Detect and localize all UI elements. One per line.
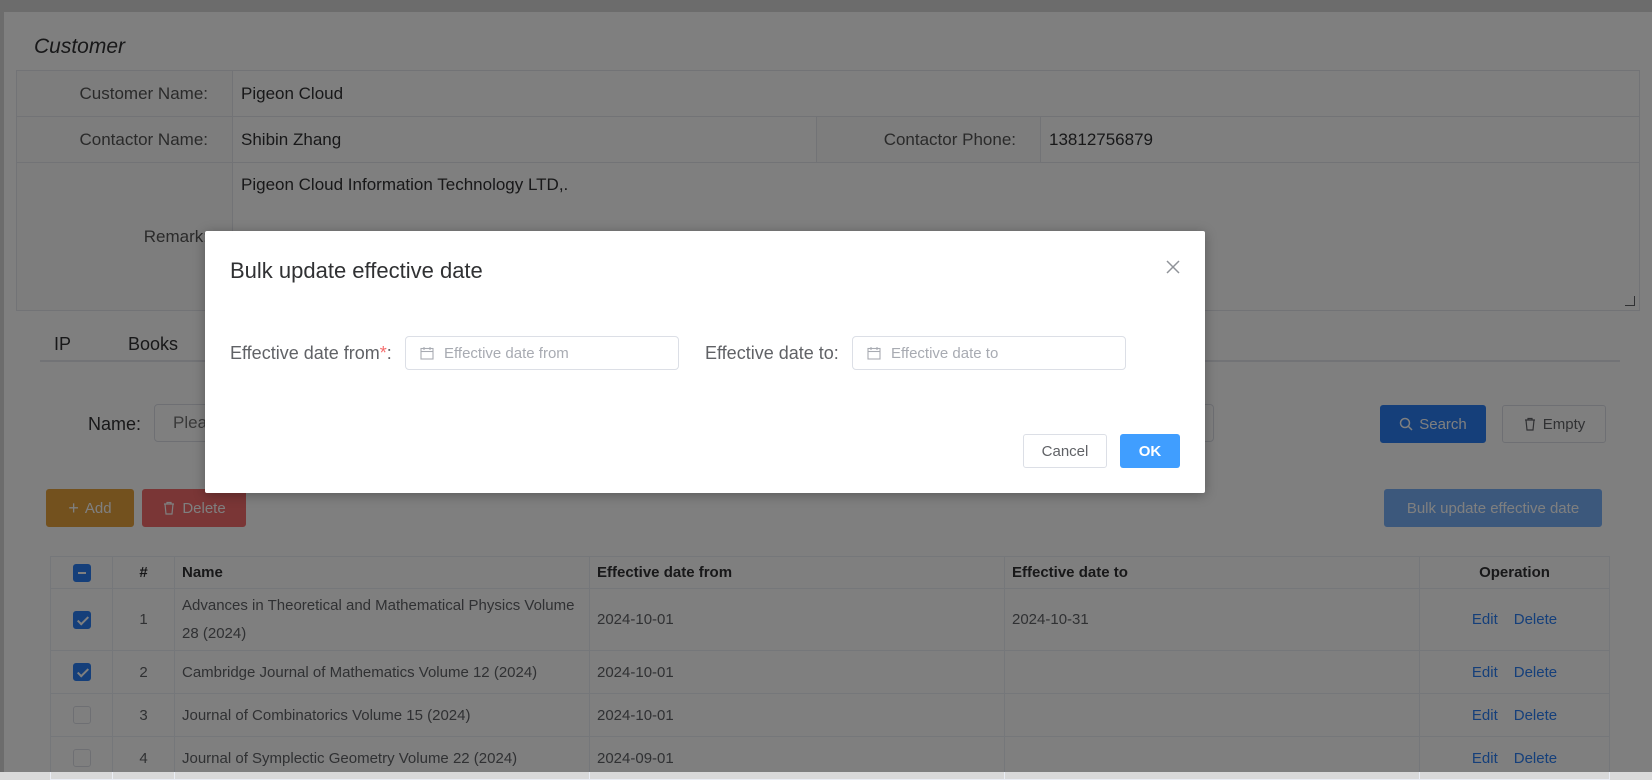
ok-button[interactable]: OK: [1120, 434, 1180, 468]
calendar-icon: [867, 347, 881, 360]
dialog-title: Bulk update effective date: [230, 258, 483, 283]
from-date-input[interactable]: Effective date from: [405, 336, 679, 370]
to-date-label: Effective date to:: [705, 343, 839, 363]
bulk-update-dialog: Bulk update effective date Effective dat…: [205, 231, 1205, 493]
from-date-placeholder: Effective date from: [444, 344, 569, 362]
to-date-input[interactable]: Effective date to: [852, 336, 1126, 370]
cancel-button[interactable]: Cancel: [1023, 434, 1107, 468]
required-mark: *: [379, 343, 387, 363]
from-date-label: Effective date from*:: [230, 343, 392, 363]
calendar-icon: [420, 347, 434, 360]
close-icon[interactable]: [1163, 257, 1183, 277]
to-date-placeholder: Effective date to: [891, 344, 999, 362]
